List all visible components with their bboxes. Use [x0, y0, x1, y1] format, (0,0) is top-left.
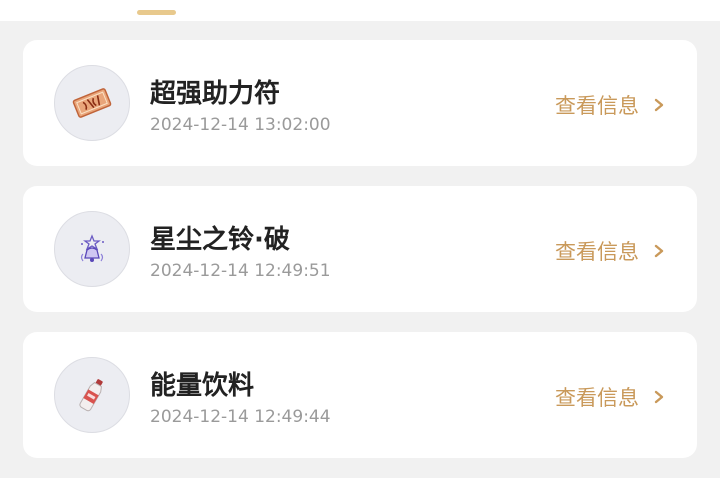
- item-timestamp: 2024-12-14 13:02:00: [150, 115, 331, 135]
- view-info-label: 查看信息: [555, 386, 639, 410]
- view-info-label: 查看信息: [555, 94, 639, 118]
- view-info-label: 查看信息: [555, 240, 639, 264]
- stardust-bell-icon: [80, 234, 104, 262]
- list-item[interactable]: 超强助力符 2024-12-14 13:02:00 查看信息: [23, 40, 697, 166]
- view-info-button[interactable]: 查看信息: [555, 382, 665, 412]
- view-info-button[interactable]: 查看信息: [555, 90, 665, 120]
- item-timestamp: 2024-12-14 12:49:51: [150, 261, 331, 281]
- active-tab-indicator: [137, 10, 176, 15]
- chevron-right-icon: [654, 390, 664, 404]
- item-thumbnail: [54, 357, 130, 433]
- item-thumbnail: [54, 65, 130, 141]
- energy-drink-icon: [79, 379, 103, 412]
- item-name: 星尘之铃·破: [150, 225, 290, 255]
- item-thumbnail: [54, 211, 130, 287]
- chevron-right-icon: [654, 244, 664, 258]
- item-name: 能量饮料: [150, 371, 255, 401]
- list-item[interactable]: 能量饮料 2024-12-14 12:49:44 查看信息: [23, 332, 697, 458]
- item-name: 超强助力符: [150, 79, 281, 109]
- item-timestamp: 2024-12-14 12:49:44: [150, 407, 331, 427]
- list-item[interactable]: 星尘之铃·破 2024-12-14 12:49:51 查看信息: [23, 186, 697, 312]
- chevron-right-icon: [654, 98, 664, 112]
- record-list: 超强助力符 2024-12-14 13:02:00 查看信息 星尘之铃·破 20…: [23, 40, 697, 478]
- top-tab-bar: [0, 0, 720, 21]
- view-info-button[interactable]: 查看信息: [555, 236, 665, 266]
- talisman-icon: [72, 88, 112, 118]
